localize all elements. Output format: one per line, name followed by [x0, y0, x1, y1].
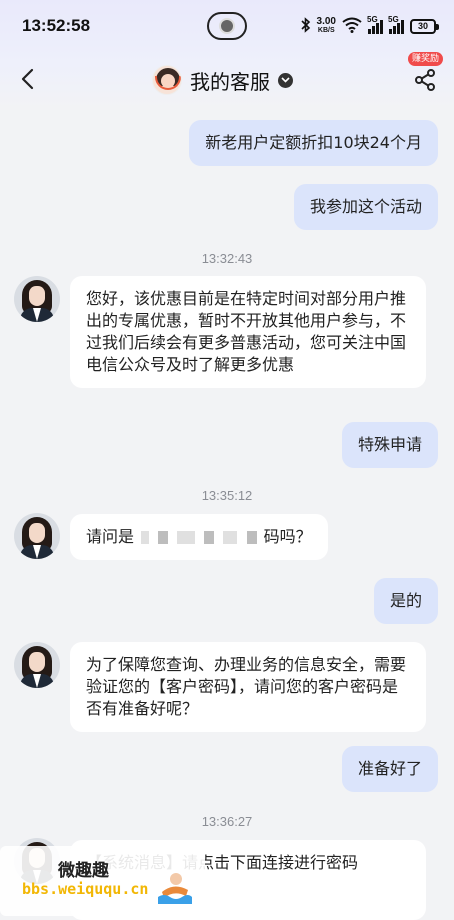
timestamp: 13:36:27	[201, 814, 253, 829]
redaction-mark	[141, 531, 150, 544]
status-bar: 13:52:58 3.00 KB/S 5G 5G 30	[0, 0, 454, 52]
reward-badge[interactable]: 赚奖励	[408, 52, 444, 66]
message-bubble-sent[interactable]: 我参加这个活动	[293, 184, 438, 230]
watermark-url: bbs.weiququ.cn	[22, 880, 149, 898]
signal-icon-1: 5G	[367, 15, 383, 34]
swimmer-logo-icon	[156, 870, 192, 904]
wifi-icon	[342, 17, 362, 36]
camera-island	[207, 12, 247, 40]
share-icon[interactable]	[413, 68, 437, 92]
watermark-title: 微趣趣	[58, 861, 109, 881]
timestamp: 13:35:12	[201, 488, 253, 503]
battery-icon: 30	[410, 18, 439, 34]
redaction-mark	[177, 531, 196, 544]
redaction-mark	[158, 531, 169, 544]
timestamp: 13:32:43	[201, 251, 253, 266]
status-time: 13:52:58	[22, 16, 91, 35]
back-arrow-icon[interactable]	[18, 64, 42, 94]
network-speed: 3.00 KB/S	[316, 16, 336, 35]
agent-avatar[interactable]	[14, 513, 60, 559]
chat-title[interactable]: 我的客服	[152, 64, 293, 96]
status-icons: 3.00 KB/S 5G 5G 30	[300, 14, 439, 38]
redaction-mark	[223, 531, 238, 544]
service-avatar-icon	[152, 65, 182, 95]
message-bubble-received[interactable]: 您好，该优惠目前是在特定时间对部分用户推出的专属优惠，暂时不开放其他用户参与，不…	[70, 276, 426, 388]
message-bubble-received[interactable]: 为了保障您查询、办理业务的信息安全，需要验证您的【客户密码】，请问您的客户密码是…	[70, 642, 426, 732]
message-bubble-sent[interactable]: 准备好了	[341, 746, 438, 792]
message-bubble-sent[interactable]: 是的	[373, 578, 438, 624]
chat-area[interactable]: 新老用户定额折扣10块24个月 我参加这个活动 13:32:43 您好，该优惠目…	[0, 108, 454, 920]
agent-avatar[interactable]	[14, 642, 60, 688]
bluetooth-icon	[300, 16, 311, 36]
message-bubble-received[interactable]: 请问是 码吗？	[70, 514, 328, 560]
page-title: 我的客服	[190, 69, 270, 94]
chevron-down-icon[interactable]	[278, 72, 293, 88]
nav-bar: 我的客服 赚奖励	[0, 52, 454, 108]
redaction-mark	[204, 531, 215, 544]
watermark: 微趣趣 bbs.weiququ.cn	[0, 846, 205, 916]
redaction-mark	[246, 531, 257, 544]
agent-avatar[interactable]	[14, 276, 60, 322]
message-bubble-sent[interactable]: 新老用户定额折扣10块24个月	[189, 120, 438, 166]
message-bubble-sent[interactable]: 特殊申请	[341, 422, 438, 468]
signal-icon-2: 5G	[388, 15, 404, 34]
